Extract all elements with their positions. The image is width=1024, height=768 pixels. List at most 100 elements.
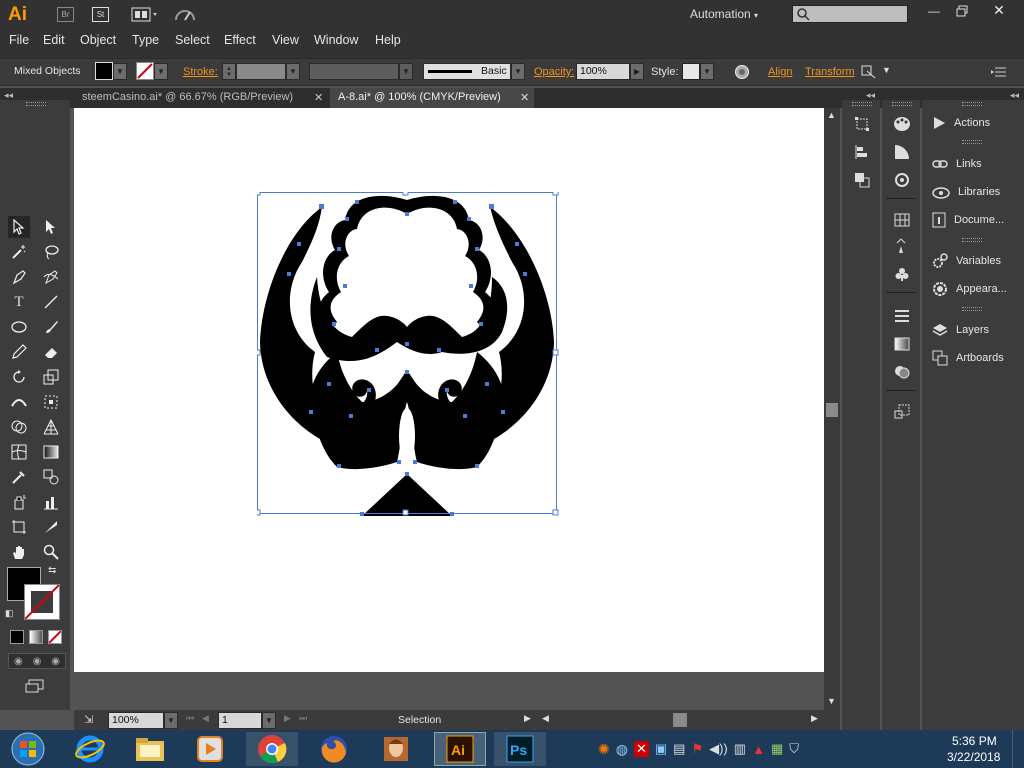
clock-date[interactable]: 3/22/2018: [947, 750, 1000, 764]
gradient-mode-button[interactable]: [29, 630, 43, 644]
rotate-tool[interactable]: [8, 366, 30, 388]
panel-document-info[interactable]: Docume...: [932, 209, 1004, 231]
panel-menu-icon[interactable]: [990, 65, 1008, 79]
taskbar-chrome[interactable]: [246, 732, 298, 766]
align-panel-icon[interactable]: [852, 142, 872, 162]
align-label[interactable]: Align: [768, 66, 792, 78]
close-tab-icon[interactable]: ✕: [520, 91, 529, 104]
vertical-scrollbar[interactable]: ▲ ▼: [824, 108, 840, 710]
workspace-switcher[interactable]: Automation ▾: [690, 7, 758, 21]
taskbar-photoshop[interactable]: Ps: [494, 732, 546, 766]
menu-effect[interactable]: Effect: [224, 33, 256, 47]
stock-button[interactable]: St: [92, 7, 109, 22]
tab-steemcasino[interactable]: steemCasino.ai* @ 66.67% (RGB/Preview) ✕: [74, 88, 328, 108]
lasso-tool[interactable]: [40, 241, 62, 263]
first-artboard-icon[interactable]: ⏮: [186, 713, 194, 724]
menu-file[interactable]: File: [9, 33, 29, 47]
stroke-swatch[interactable]: [136, 62, 154, 80]
stroke-panel-icon[interactable]: [892, 306, 912, 326]
symbols-panel-icon[interactable]: [892, 264, 912, 284]
scroll-right-icon[interactable]: ▶: [811, 713, 818, 724]
share-icon[interactable]: ⇲: [84, 713, 93, 726]
symbol-sprayer-tool[interactable]: [8, 491, 30, 513]
style-swatch[interactable]: [682, 63, 700, 80]
direct-selection-tool[interactable]: [40, 216, 62, 238]
taskbar-image-viewer[interactable]: [370, 732, 422, 766]
search-field[interactable]: [792, 5, 908, 23]
variable-width-dropdown[interactable]: ▼: [399, 63, 413, 80]
tray-shield-icon[interactable]: ⛉: [789, 741, 799, 757]
pasteboard[interactable]: [74, 672, 824, 710]
menu-type[interactable]: Type: [132, 33, 159, 47]
stroke-color-box[interactable]: [24, 584, 60, 620]
menu-view[interactable]: View: [272, 33, 299, 47]
variable-width-profile[interactable]: [309, 63, 399, 80]
recolor-artwork-icon[interactable]: [733, 63, 751, 81]
panel-links[interactable]: Links: [932, 153, 982, 175]
horizontal-scroll-thumb[interactable]: [673, 713, 687, 727]
scroll-up-icon[interactable]: ▲: [827, 110, 836, 120]
draw-normal-icon[interactable]: ◉: [14, 656, 23, 667]
menu-edit[interactable]: Edit: [43, 33, 65, 47]
none-mode-button[interactable]: [48, 630, 62, 644]
scroll-left-icon[interactable]: ◀: [542, 713, 549, 724]
arrange-documents-icon[interactable]: [131, 6, 161, 23]
drawing-modes-bar[interactable]: ◉ ◉ ◉: [8, 653, 66, 669]
clock-time[interactable]: 5:36 PM: [952, 734, 997, 748]
network-globe-icon[interactable]: ◍: [616, 741, 628, 758]
stroke-label[interactable]: Stroke:: [183, 66, 218, 78]
tray-grid-icon[interactable]: ▦: [771, 741, 783, 757]
artboard-number-field[interactable]: 1: [218, 712, 262, 729]
eyedropper-tool[interactable]: [8, 466, 30, 488]
panel-appearance[interactable]: Appeara...: [932, 278, 1007, 300]
selection-tool[interactable]: [8, 216, 30, 238]
stroke-weight-dropdown[interactable]: ▼: [286, 63, 300, 80]
tab-a8[interactable]: A-8.ai* @ 100% (CMYK/Preview) ✕: [330, 88, 534, 108]
close-tab-icon[interactable]: ✕: [314, 91, 323, 104]
draw-behind-icon[interactable]: ◉: [33, 656, 42, 667]
action-center-flag-icon[interactable]: ⚑: [691, 741, 703, 757]
menu-select[interactable]: Select: [175, 33, 210, 47]
stroke-weight-stepper[interactable]: ▲ ▼: [222, 63, 236, 80]
close-button[interactable]: ✕: [976, 0, 1022, 20]
default-colors-icon[interactable]: ◧: [5, 608, 14, 619]
width-tool[interactable]: [8, 391, 30, 413]
gpu-performance-icon[interactable]: [174, 6, 196, 24]
show-desktop-button[interactable]: [1012, 730, 1024, 768]
ellipse-tool[interactable]: [8, 316, 30, 338]
fill-swatch[interactable]: [95, 62, 113, 80]
color-mode-button[interactable]: [10, 630, 24, 644]
tray-image-icon[interactable]: ▣: [655, 741, 667, 757]
menu-window[interactable]: Window: [314, 33, 358, 47]
avast-icon[interactable]: ✺: [598, 741, 610, 758]
paintbrush-tool[interactable]: [40, 316, 62, 338]
stroke-dropdown[interactable]: ▼: [154, 63, 168, 80]
swap-colors-icon[interactable]: ⇆: [48, 565, 56, 576]
brushes-panel-icon[interactable]: [892, 236, 912, 256]
column-graph-tool[interactable]: [40, 491, 62, 513]
vertical-scroll-thumb[interactable]: [826, 403, 838, 417]
isolate-group-icon[interactable]: [860, 64, 878, 80]
panel-actions[interactable]: Actions: [932, 112, 990, 134]
fill-dropdown[interactable]: ▼: [113, 63, 127, 80]
scroll-down-icon[interactable]: ▼: [827, 696, 836, 706]
chevron-down-icon[interactable]: ▼: [882, 65, 891, 75]
restore-button[interactable]: [948, 2, 976, 20]
zoom-field[interactable]: 100%: [108, 712, 164, 729]
transform-panel-icon[interactable]: [852, 114, 872, 134]
taskbar-file-explorer[interactable]: [124, 732, 176, 766]
next-artboard-icon[interactable]: ▶: [284, 713, 291, 724]
opacity-label[interactable]: Opacity:: [534, 66, 574, 78]
zoom-dropdown[interactable]: ▼: [164, 712, 178, 729]
gradient-panel-icon[interactable]: [892, 334, 912, 354]
pdf-icon[interactable]: ✕: [633, 741, 649, 757]
opacity-dropdown[interactable]: ▶: [630, 63, 644, 80]
last-artboard-icon[interactable]: ⏭: [299, 713, 307, 724]
perspective-grid-tool[interactable]: [40, 416, 62, 438]
transform-label[interactable]: Transform: [805, 66, 855, 78]
panel-variables[interactable]: Variables: [932, 250, 1001, 272]
volume-icon[interactable]: ◀)): [709, 741, 728, 757]
artboard[interactable]: [74, 108, 824, 672]
draw-inside-icon[interactable]: ◉: [51, 656, 60, 667]
zoom-tool[interactable]: [40, 541, 62, 563]
